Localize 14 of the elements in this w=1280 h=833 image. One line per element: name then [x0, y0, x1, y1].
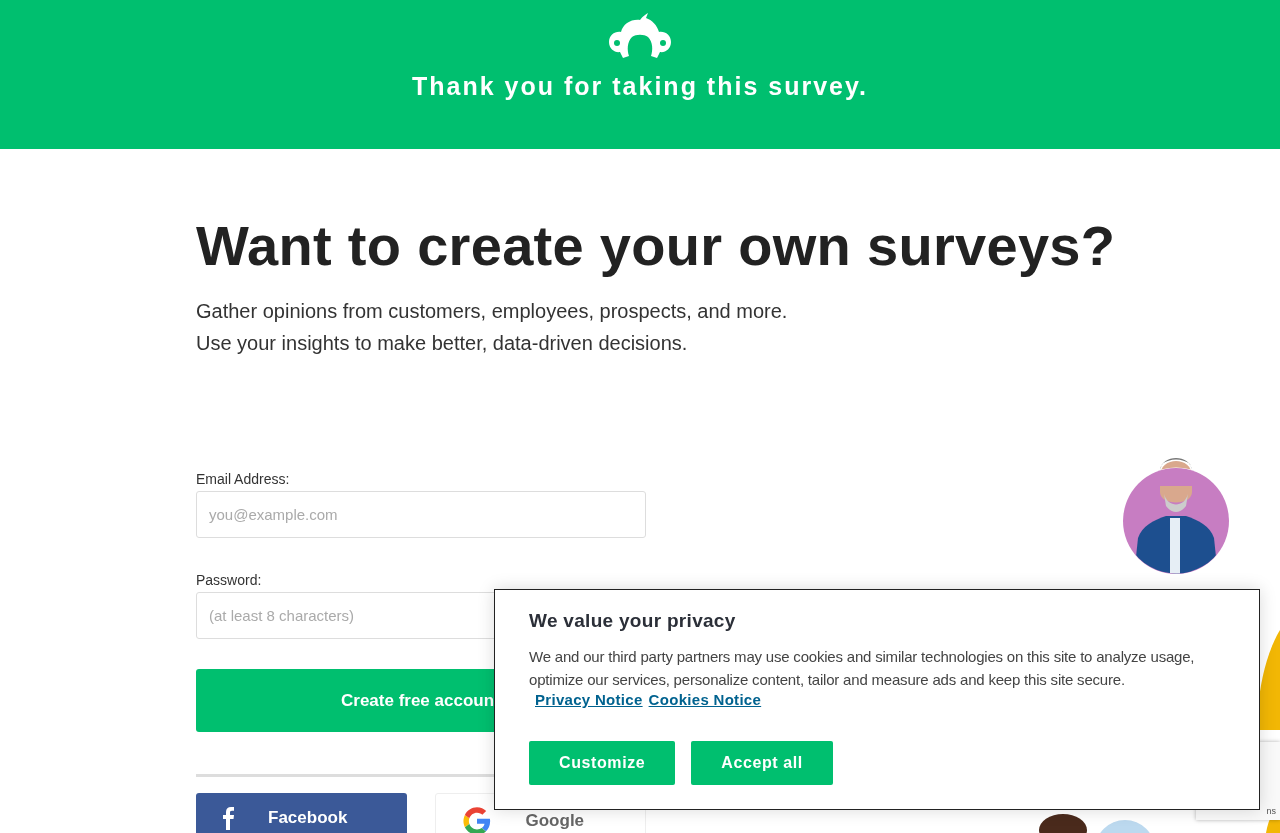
logo-icon — [607, 12, 673, 60]
field-label: Email Address: — [196, 471, 291, 487]
header-title: Thank you for taking this survey. — [412, 72, 868, 101]
notice-link[interactable]: Privacy Notice — [535, 691, 643, 708]
hero-subtitle: Use your insights to make better, data-driven decisions. — [196, 331, 689, 356]
google-icon — [461, 806, 492, 833]
hero-subtitle: Gather opinions from customers, employees, prospects, and more. — [196, 299, 789, 324]
facebook-login-button[interactable]: Facebook — [196, 793, 407, 833]
recaptcha-text: ns — [1266, 806, 1276, 816]
field-label: Password: — [196, 572, 263, 588]
notice-link[interactable]: Cookies Notice — [648, 691, 762, 708]
facebook-icon — [222, 806, 234, 830]
input-field[interactable]: you@example.com — [196, 491, 646, 538]
hero-heading: Want to create your own surveys? — [196, 213, 1117, 279]
